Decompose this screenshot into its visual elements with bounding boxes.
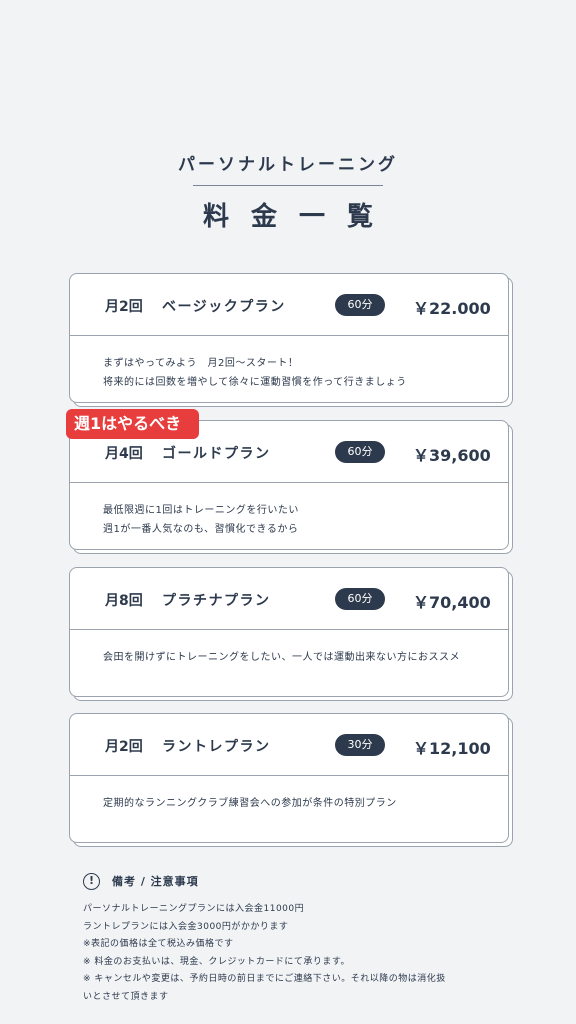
duration-badge: 30分 [335,734,385,756]
plan-name: ゴールドプラン [162,446,271,462]
plan-card-run-training[interactable]: 月2回 ラントレプラン 30分 ￥12,100 定期的なランニングクラブ練習会へ… [69,713,513,847]
note-item: ※ 料金のお支払いは、現金、クレジットカードにて承ります。 [83,956,351,967]
plan-price: ￥22.000 [413,299,491,318]
duration-badge: 60分 [335,441,385,463]
description-line: まずはやってみよう 月2回〜スタート！ [103,358,299,369]
notes-header: ! 備考 / 注意事項 [83,872,503,890]
notes-section: ! 備考 / 注意事項 パーソナルトレーニングプランには入会金11000円 ラン… [83,872,503,1006]
plan-price: ￥12,100 [413,739,491,758]
page-title: 料金一覧 [202,202,395,232]
notes-list: パーソナルトレーニングプランには入会金11000円 ラントレプランには入会金30… [83,901,503,1006]
plan-header: 月2回 ベージックプラン 60分 ￥22.000 [70,274,508,336]
page-header: パーソナルトレーニング 料金一覧 [0,150,576,233]
plan-card-gold[interactable]: 月4回 ゴールドプラン 60分 ￥39,600 最低限週に1回はトレーニングを行… [69,420,513,554]
note-item: ※ キャンセルや変更は、予約日時の前日までにご連絡下さい。それ以降の物は消化扱 [83,974,446,984]
plan-description: 最低限週に1回はトレーニングを行いたい 週1が一番人気なのも、習慣化できるから [70,483,508,539]
recommended-ribbon: 週1はやるべき [66,409,199,439]
note-item: いとさせて頂きます [83,991,169,1002]
alert-icon: ! [83,872,100,890]
description-line: 将来的には回数を増やして徐々に運動習慣を作って行きましょう [103,377,407,388]
plan-card-basic[interactable]: 月2回 ベージックプラン 60分 ￥22.000 まずはやってみよう 月2回〜ス… [69,273,513,407]
plan-header: 月8回 プラチナプラン 60分 ￥70,400 [70,568,508,630]
plan-name: プラチナプラン [162,593,271,609]
description-line: 週1が一番人気なのも、習慣化できるから [103,524,299,535]
plan-price: ￥39,600 [413,446,491,465]
plan-frequency: 月8回 [105,593,143,609]
plan-card-platinum[interactable]: 月8回 プラチナプラン 60分 ￥70,400 会田を開けずにトレーニングをした… [69,567,513,701]
description-line: 定期的なランニングクラブ練習会への参加が条件の特別プラン [103,798,397,809]
note-item: パーソナルトレーニングプランには入会金11000円 [83,904,305,914]
plan-description: 会田を開けずにトレーニングをしたい、一人では運動出来ない方におススメ [70,630,508,667]
plan-frequency: 月2回 [105,739,143,755]
page-subtitle: パーソナルトレーニング [178,155,398,175]
plan-name: ラントレプラン [162,739,271,755]
note-item: ラントレプランには入会金3000円がかかります [83,921,289,932]
duration-badge: 60分 [335,588,385,610]
plan-description: 定期的なランニングクラブ練習会への参加が条件の特別プラン [70,776,508,813]
duration-badge: 60分 [335,294,385,316]
subtitle-divider [193,185,383,186]
plan-frequency: 月4回 [105,446,143,462]
plan-header: 月2回 ラントレプラン 30分 ￥12,100 [70,714,508,776]
description-line: 最低限週に1回はトレーニングを行いたい [103,505,299,516]
description-line: 会田を開けずにトレーニングをしたい、一人では運動出来ない方におススメ [103,652,460,663]
note-item: ※表記の価格は全て税込み価格です [83,939,234,949]
plan-name: ベージックプラン [162,299,286,315]
plan-frequency: 月2回 [105,299,143,315]
plan-price: ￥70,400 [413,593,491,612]
plan-description: まずはやってみよう 月2回〜スタート！ 将来的には回数を増やして徐々に運動習慣を… [70,336,508,392]
notes-title: 備考 / 注意事項 [112,875,199,888]
